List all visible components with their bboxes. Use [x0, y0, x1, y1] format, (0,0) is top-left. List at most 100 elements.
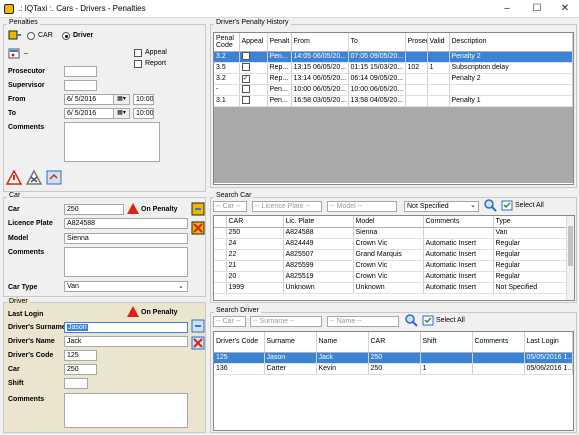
- history-row[interactable]: 3.2 ✓ Rep... 13:14 06/05/20... 06:14 09/05/2…: [214, 73, 573, 85]
- search-plate-input[interactable]: -- Licence Plate --: [252, 201, 322, 212]
- driver-code-input[interactable]: 125: [64, 350, 97, 361]
- car-cell: A825507: [283, 249, 354, 261]
- history-row[interactable]: 3.5 Rep... 13:15 06/05/20... 01:15 15/03/20…: [214, 62, 573, 74]
- history-row[interactable]: 3.2 Pen... 14:05 06/05/20... 07:05 09/05/20…: [214, 51, 573, 63]
- appeal-checkbox[interactable]: [241, 51, 250, 60]
- search-name-input[interactable]: -- Name --: [327, 316, 399, 327]
- report-checkbox[interactable]: [134, 60, 142, 68]
- car-cell: A825599: [283, 260, 354, 272]
- from-time-input[interactable]: 10:00: [133, 94, 154, 105]
- search-surname-input[interactable]: -- Surname --: [250, 316, 322, 327]
- to-time-input[interactable]: 10:00: [133, 108, 154, 119]
- driver-remove-icon[interactable]: [191, 336, 205, 350]
- history-col-description[interactable]: Description: [449, 33, 573, 52]
- car-type-select[interactable]: Van: [64, 281, 188, 292]
- appeal-checkbox[interactable]: [241, 95, 250, 104]
- car-number-input[interactable]: 250: [64, 204, 124, 215]
- driver-col-comments[interactable]: Comments: [472, 332, 525, 353]
- car-cell: A825519: [283, 271, 354, 283]
- car-grid-scrollbar[interactable]: [566, 216, 574, 300]
- history-row[interactable]: 3.1 Pen... 16:58 03/05/20... 13:58 04/05/20…: [214, 95, 573, 107]
- driver-col-surname[interactable]: Surname: [264, 332, 317, 353]
- car-row[interactable]: 20 A825519 Crown Vic Automatic Insert Regul…: [214, 271, 567, 283]
- driver-comments-textarea[interactable]: [64, 393, 188, 428]
- history-col-penalty[interactable]: Penalt: [267, 33, 292, 52]
- select-all-driver-icon[interactable]: [422, 315, 434, 326]
- history-row[interactable]: - Pen... 10:00 06/05/20... 10:00 06/05/20..…: [214, 84, 573, 96]
- select-all-cars-button[interactable]: Select All: [515, 202, 544, 209]
- history-col-from[interactable]: From: [291, 33, 349, 52]
- edit-penalty-icon[interactable]: [46, 170, 62, 185]
- history-cell: Pen...: [267, 84, 292, 96]
- history-col-code[interactable]: Penal Code: [214, 33, 240, 52]
- select-all-car-icon[interactable]: [501, 200, 513, 211]
- appeal-checkbox[interactable]: [134, 49, 142, 57]
- to-calendar-icon[interactable]: ▦▾: [113, 109, 129, 118]
- shift-input[interactable]: [64, 378, 88, 389]
- minimize-button[interactable]: –: [493, 1, 521, 17]
- select-all-drivers-button[interactable]: Select All: [436, 317, 465, 324]
- appeal-cell[interactable]: [239, 62, 268, 74]
- driver-name-input[interactable]: Jack: [64, 336, 188, 347]
- search-type-select[interactable]: Not Specified: [404, 201, 479, 212]
- maximize-button[interactable]: ☐: [523, 1, 551, 17]
- driver-col-code[interactable]: Driver's Code: [214, 332, 265, 353]
- appeal-cell[interactable]: [239, 84, 268, 96]
- search-car-number-input[interactable]: -- Car --: [213, 201, 247, 212]
- car-row[interactable]: 250 A824588 Sienna Van: [214, 227, 567, 239]
- driver-col-name[interactable]: Name: [316, 332, 369, 353]
- appeal-checkbox[interactable]: [241, 84, 250, 93]
- search-car-icon[interactable]: [483, 198, 497, 212]
- car-remove-icon[interactable]: [191, 221, 205, 235]
- licence-plate-input[interactable]: A824588: [64, 218, 188, 229]
- car-col-car[interactable]: CAR: [226, 216, 284, 228]
- car-radio[interactable]: [27, 32, 35, 40]
- search-driver-icon[interactable]: [404, 313, 418, 327]
- car-col-comments[interactable]: Comments: [423, 216, 494, 228]
- history-col-appeal[interactable]: Appeal: [239, 33, 268, 52]
- car-col-type[interactable]: Type: [493, 216, 567, 228]
- penalty-type-icon[interactable]: [8, 48, 24, 60]
- appeal-cell[interactable]: [239, 95, 268, 107]
- driver-row[interactable]: 125 Jason Jack 250 05/05/2016 1...: [214, 352, 573, 364]
- history-cell: 13:58 04/05/20...: [348, 95, 406, 107]
- driver-col-last-login[interactable]: Last Login: [524, 332, 573, 353]
- car-row[interactable]: 24 A824449 Crown Vic Automatic Insert Regula…: [214, 238, 567, 250]
- from-calendar-icon[interactable]: ▦▾: [113, 95, 129, 104]
- car-row[interactable]: 1999 Unknown Unknown Automatic Insert Not Sp…: [214, 282, 567, 294]
- add-penalty-icon[interactable]: [6, 170, 22, 185]
- car-comments-textarea[interactable]: [64, 247, 188, 277]
- appeal-cell[interactable]: [239, 51, 268, 63]
- scrollbar-thumb[interactable]: [568, 226, 573, 266]
- car-col-model[interactable]: Model: [353, 216, 424, 228]
- surname-input[interactable]: Jason: [64, 322, 188, 333]
- car-assign-icon[interactable]: [191, 202, 205, 216]
- car-row[interactable]: 22 A825507 Grand Marquis Automatic Insert Re…: [214, 249, 567, 261]
- model-input[interactable]: Sienna: [64, 233, 188, 244]
- driver-row[interactable]: 136 Carter Kevin 250 1 05/06/2016 1...: [214, 363, 573, 375]
- chevron-down-icon[interactable]: ⌄: [178, 282, 184, 290]
- driver-col-car[interactable]: CAR: [368, 332, 421, 353]
- history-cell: Pen...: [267, 95, 292, 107]
- chevron-down-icon[interactable]: ⌄: [470, 201, 476, 209]
- driver-radio[interactable]: [62, 32, 70, 40]
- car-col-plate[interactable]: Lic. Plate: [283, 216, 354, 228]
- history-grid: Penal Code Appeal Penalt From To Prosec …: [213, 32, 574, 185]
- history-col-valid[interactable]: Valid: [427, 33, 450, 52]
- prosecutor-input[interactable]: [64, 66, 97, 77]
- car-row[interactable]: 21 A825599 Crown Vic Automatic Insert Regul…: [214, 260, 567, 272]
- history-col-to[interactable]: To: [348, 33, 406, 52]
- appeal-checkbox[interactable]: [241, 62, 250, 71]
- appeal-checkbox-checked[interactable]: ✓: [241, 74, 250, 83]
- appeal-cell[interactable]: ✓: [239, 73, 268, 85]
- search-model-input[interactable]: -- Model --: [327, 201, 397, 212]
- supervisor-input[interactable]: [64, 80, 97, 91]
- driver-car-input[interactable]: 250: [64, 364, 97, 375]
- driver-col-shift[interactable]: Shift: [420, 332, 473, 353]
- driver-assign-icon[interactable]: [191, 319, 205, 333]
- history-col-prosecutor[interactable]: Prosec: [405, 33, 428, 52]
- remove-penalty-icon[interactable]: [26, 170, 42, 185]
- search-driver-car-input[interactable]: -- Car --: [213, 316, 246, 327]
- close-button[interactable]: ✕: [551, 1, 579, 17]
- penalty-comments-textarea[interactable]: [64, 122, 160, 162]
